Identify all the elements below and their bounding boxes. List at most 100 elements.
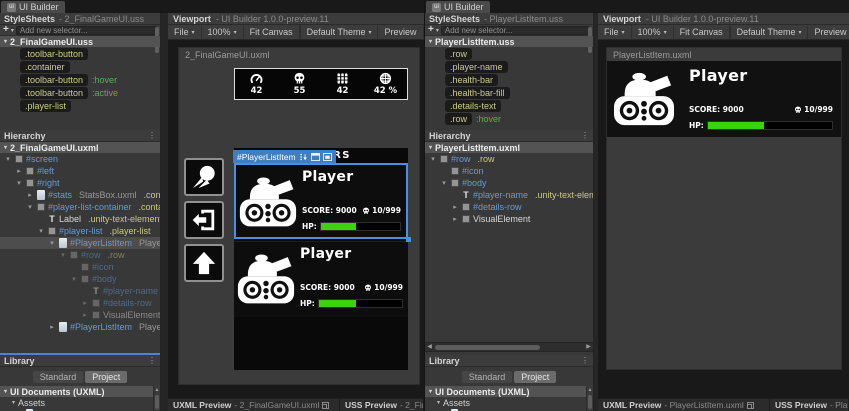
uss-selector-row[interactable]: .toolbar-button:hover bbox=[0, 73, 160, 86]
library-section-header[interactable]: ▾ UI Documents (UXML) bbox=[0, 386, 160, 397]
open-external-icon[interactable] bbox=[322, 401, 330, 409]
tree-expander-icon[interactable]: ▾ bbox=[48, 239, 56, 247]
hierarchy-row[interactable]: ▾ #row .row bbox=[0, 249, 160, 261]
hierarchy-menu-icon[interactable]: ⋮ bbox=[148, 131, 156, 140]
theme-select[interactable]: Default Theme ▾ bbox=[729, 25, 808, 39]
hierarchy-row[interactable]: #icon bbox=[0, 261, 160, 273]
tree-expander-icon[interactable]: ▾ bbox=[37, 227, 45, 235]
scroll-up-icon[interactable]: ▲ bbox=[154, 387, 160, 393]
canvas-document-label[interactable]: 2_FinalGameUI.uxml bbox=[185, 50, 270, 60]
game-toolbar-button[interactable] bbox=[184, 158, 224, 196]
selection-resize-handle[interactable] bbox=[406, 237, 411, 242]
hierarchy-row[interactable]: ▸ #details-row bbox=[425, 201, 593, 213]
hierarchy-row[interactable]: ▸ #details-row bbox=[0, 297, 160, 309]
open-external-icon[interactable] bbox=[746, 401, 754, 409]
zoom-select[interactable]: 100% ▾ bbox=[202, 25, 244, 39]
expander-icon[interactable]: ▾ bbox=[4, 38, 7, 45]
tree-expander-icon[interactable]: ▾ bbox=[26, 203, 34, 211]
add-selector-plus-icon[interactable]: + bbox=[428, 25, 434, 35]
hierarchy-horizontal-scrollbar[interactable]: ◀ ▶ bbox=[425, 342, 593, 352]
library-tab-project[interactable]: Project bbox=[85, 370, 128, 383]
library-tab-standard[interactable]: Standard bbox=[32, 370, 84, 383]
uxml-preview-status[interactable]: UXML Preview - PlayerListItem.uxml bbox=[598, 399, 770, 411]
expander-icon[interactable]: ▾ bbox=[4, 144, 7, 151]
uss-selector-row[interactable]: .row bbox=[425, 47, 593, 60]
tree-expander-icon[interactable]: ▾ bbox=[429, 155, 437, 163]
library-tab-project[interactable]: Project bbox=[514, 370, 557, 383]
scrollbar-thumb[interactable] bbox=[155, 395, 159, 409]
hierarchy-row[interactable]: ▾ #right bbox=[0, 177, 160, 189]
uss-selector-row[interactable]: .row:hover bbox=[425, 112, 593, 125]
hierarchy-row[interactable]: ▾ #body bbox=[0, 273, 160, 285]
tree-expander-icon[interactable]: ▸ bbox=[451, 203, 459, 211]
sort-icon[interactable] bbox=[299, 153, 308, 161]
uss-preview-status[interactable]: USS Preview - 2_FinalGameUI.u bbox=[340, 399, 424, 411]
tree-expander-icon[interactable]: ▾ bbox=[440, 179, 448, 187]
uxml-file-header[interactable]: ▾ 2_FinalGameUI.uxml bbox=[0, 142, 160, 153]
hierarchy-menu-icon[interactable]: ⋮ bbox=[581, 131, 589, 140]
hierarchy-row[interactable]: #icon bbox=[425, 165, 593, 177]
expander-icon[interactable]: ▾ bbox=[437, 399, 440, 406]
scroll-up-icon[interactable]: ▲ bbox=[587, 387, 593, 393]
hierarchy-row[interactable]: T#player-name.unity-text- bbox=[0, 285, 160, 297]
tree-expander-icon[interactable]: ▾ bbox=[59, 251, 67, 259]
hierarchy-row[interactable]: ▸#PlayerListItemPlayerListItem.uxml bbox=[0, 321, 160, 333]
hierarchy-row[interactable]: TLabel.unity-text-element.unity- bbox=[0, 213, 160, 225]
library-menu-icon[interactable]: ⋮ bbox=[148, 356, 156, 365]
add-selector-input[interactable]: Add new selector... bbox=[440, 25, 590, 35]
uss-selector-row[interactable]: .toolbar-button:active bbox=[0, 86, 160, 99]
file-menu-button[interactable]: File ▾ bbox=[168, 25, 202, 39]
tab-ui-builder[interactable]: ui UI Builder bbox=[426, 1, 490, 13]
file-menu-button[interactable]: File ▾ bbox=[598, 25, 632, 39]
theme-select[interactable]: Default Theme ▾ bbox=[299, 25, 378, 39]
uss-selector-row[interactable]: .health-bar-fill bbox=[425, 86, 593, 99]
hierarchy-row[interactable]: ▸ VisualElement bbox=[425, 213, 593, 225]
game-toolbar-button[interactable] bbox=[184, 244, 224, 282]
uss-selector-row[interactable]: .health-bar bbox=[425, 73, 593, 86]
tree-expander-icon[interactable]: ▸ bbox=[15, 167, 23, 175]
canvas-document-label[interactable]: PlayerListItem.uxml bbox=[613, 50, 692, 60]
library-tab-standard[interactable]: Standard bbox=[461, 370, 513, 383]
library-menu-icon[interactable]: ⋮ bbox=[581, 356, 589, 365]
tree-expander-icon[interactable]: ▾ bbox=[4, 155, 12, 163]
tree-expander-icon[interactable]: ▸ bbox=[81, 299, 89, 307]
expander-icon[interactable]: ▾ bbox=[12, 399, 15, 406]
hierarchy-row[interactable]: ▾#PlayerListItemPlayerListItem.uxml bbox=[0, 237, 160, 249]
hierarchy-row[interactable]: ▾ #body bbox=[425, 177, 593, 189]
uss-selector-row[interactable]: .details-text bbox=[425, 99, 593, 112]
library-scrollbar[interactable]: ▲ bbox=[586, 386, 593, 411]
preview-toggle-button[interactable]: Preview bbox=[377, 25, 422, 39]
viewport-menu-icon[interactable]: ⋮ bbox=[422, 25, 425, 39]
fit-canvas-button[interactable]: Fit Canvas bbox=[674, 25, 730, 39]
player-card[interactable]: Player SCORE: 9000 10/999 HP: bbox=[607, 61, 841, 137]
uss-selector-row[interactable]: .toolbar-button bbox=[0, 47, 160, 60]
design-canvas[interactable]: PlayerListItem.uxml Player SCORE: 9000 10/… bbox=[606, 47, 842, 370]
expander-icon[interactable]: ▾ bbox=[429, 144, 432, 151]
hierarchy-row[interactable]: ▸#statsStatsBox.uxml.container bbox=[0, 189, 160, 201]
add-selector-input[interactable]: Add new selector... bbox=[15, 25, 157, 35]
hierarchy-row[interactable]: ▾ #row .row bbox=[425, 153, 593, 165]
zoom-select[interactable]: 100% ▾ bbox=[632, 25, 674, 39]
unpack-instance-icon[interactable] bbox=[322, 152, 332, 161]
add-selector-caret-icon[interactable]: ▾ bbox=[11, 27, 14, 34]
uss-selector-row[interactable]: .player-name bbox=[425, 60, 593, 73]
preview-toggle-button[interactable]: Preview bbox=[807, 25, 849, 39]
add-selector-plus-icon[interactable]: + bbox=[3, 25, 9, 35]
uss-file-header[interactable]: ▾ 2_FinalGameUI.uss bbox=[0, 36, 160, 47]
fit-canvas-button[interactable]: Fit Canvas bbox=[244, 25, 300, 39]
hierarchy-row[interactable]: T#player-name.unity-text-element.u bbox=[425, 189, 593, 201]
player-list-panel[interactable]: PLAYERS PlayerSCORE: 900010/999HP:Player… bbox=[233, 148, 411, 370]
scrollbar-thumb[interactable] bbox=[435, 345, 540, 350]
tree-expander-icon[interactable]: ▸ bbox=[451, 215, 459, 223]
open-instance-icon[interactable] bbox=[310, 152, 320, 161]
uss-file-header[interactable]: ▾ PlayerListItem.uss bbox=[425, 36, 593, 47]
library-section-header[interactable]: ▾ UI Documents (UXML) bbox=[425, 386, 593, 397]
scroll-left-icon[interactable]: ◀ bbox=[425, 343, 434, 351]
hierarchy-row[interactable]: ▾ #player-list .player-list bbox=[0, 225, 160, 237]
game-stats-box[interactable]: 42 55 42 42 % bbox=[234, 68, 408, 100]
add-selector-caret-icon[interactable]: ▾ bbox=[436, 27, 439, 34]
uxml-preview-status[interactable]: UXML Preview - 2_FinalGameUI.uxml bbox=[168, 399, 340, 411]
hierarchy-row[interactable]: ▸ #left bbox=[0, 165, 160, 177]
selection-header-tab[interactable]: #PlayerListItem bbox=[233, 150, 336, 163]
uss-preview-status[interactable]: USS Preview - PlayerListItem.u bbox=[770, 399, 849, 411]
